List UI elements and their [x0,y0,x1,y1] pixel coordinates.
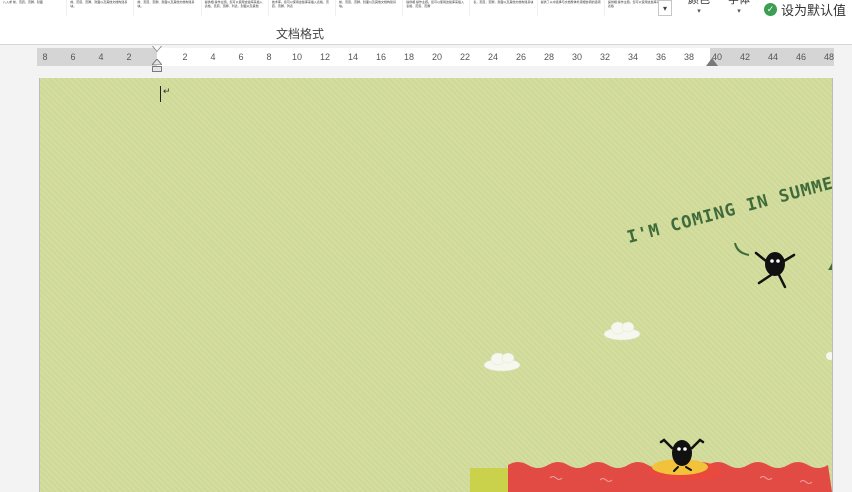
ruler-tick-label: 38 [683,52,695,62]
style-thumbnail[interactable]: 提供了从中选择与文档整体外观相协调的选项 [538,0,605,16]
cloud-shape [826,352,832,360]
ruler-tick-label: 12 [319,52,331,62]
ruler-tick-label: 20 [431,52,443,62]
style-thumbnail[interactable]: 提供相 操作主题。您可以使用这些库来插入表格、页眉、页脚 [403,0,471,16]
cloud-shape [483,352,521,372]
group-label: 文档格式 [276,27,325,41]
ruler-tick-label: 18 [403,52,415,62]
ruler-tick-label: 6 [70,52,76,62]
style-thumbnail[interactable]: 八入求 前，页眉，页脚，封面 [0,0,68,16]
ruler-tick-label: 26 [515,52,527,62]
ruler-tick-label: 8 [42,52,48,62]
ruler-tick-label: 2 [182,52,188,62]
ruler-tick-label: 32 [599,52,611,62]
style-thumbnail[interactable]: 提供相 操作主题。您可以使用这些库来插入表格、页眉、页脚、列表、封面以及其他 [202,0,269,16]
colors-label: 颜色 [688,0,710,6]
ruler-tick-label: 42 [739,52,751,62]
ruler-tick-label: 46 [795,52,807,62]
hanging-indent-marker[interactable] [152,59,162,65]
set-as-default-button[interactable]: ✓ 设为默认值 [764,1,847,18]
ruler-tick-label: 6 [238,52,244,62]
ruler-tick-label: 22 [459,52,471,62]
ruler-tick-label: 14 [347,52,359,62]
ruler-tick-label: 44 [767,52,779,62]
document-page[interactable]: ↵ I'M COMING IN SUMMER [39,78,833,492]
ruler-tick-label: 48 [823,52,835,62]
set-as-default-label: 设为默认值 [781,2,847,18]
left-indent-marker[interactable] [152,66,162,72]
ruler-tick-label: 4 [210,52,216,62]
style-thumbnail[interactable]: 技术库，您可以使用这些库来插入表格、页眉、页脚、列表 [269,0,337,16]
ruler-tick-label: 28 [543,52,555,62]
jumping-bean-figure [754,251,796,289]
ruler-tick-label: 24 [487,52,499,62]
ribbon: 八入求 前，页眉，页脚，封面 前、页眉、页脚、封面以及其他文档构建基块。 前、页… [0,0,852,45]
chevron-down-icon: ▾ [697,8,701,15]
summer-illustration [470,242,832,492]
ruler-tick-label: 34 [627,52,639,62]
leaf-shape [828,262,832,270]
fonts-label: 字体 [728,0,750,6]
style-gallery[interactable]: 八入求 前，页眉，页脚，封面 前、页眉、页脚、封面以及其他文档构建基块。 前、页… [0,0,672,16]
first-line-indent-marker-inner [153,46,161,51]
fonts-button[interactable]: 字体 ▾ [724,0,754,18]
cloud-shape [603,321,641,341]
check-icon: ✓ [764,2,777,16]
chevron-down-icon: ▾ [737,8,741,15]
style-thumbnail[interactable]: 前、页眉、页脚、封面以及其他文档构建基块。 [134,0,202,16]
style-thumbnail[interactable]: 表，页眉，页脚，封面以及其他文档构建基块 [470,0,538,16]
ruler-tick-label: 36 [655,52,667,62]
ruler-tick-label: 4 [98,52,104,62]
colors-button[interactable]: 颜色 ▾ [684,0,714,18]
ruler-tick-label: 2 [126,52,132,62]
swoosh-line [734,242,750,256]
right-indent-marker[interactable] [706,58,718,66]
ruler-tick-label: 30 [571,52,583,62]
ruler-tick-label: 8 [266,52,272,62]
style-thumbnail[interactable]: 前、页眉、页脚、封面以及其他文档构建基块。 [336,0,404,16]
gallery-more-button[interactable]: ▾ [658,0,672,16]
ruler-tick-label: 10 [291,52,303,62]
watermelon-rind [470,468,510,492]
style-thumbnail[interactable]: 前、页眉、页脚、封面以及其他文档构建基块。 [67,0,135,16]
ruler-tick-label: 16 [375,52,387,62]
